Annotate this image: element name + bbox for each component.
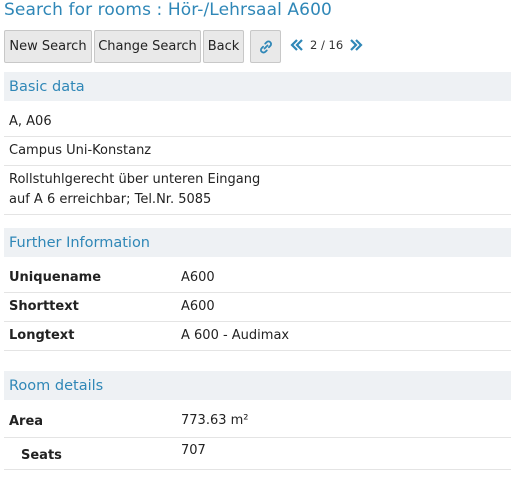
double-chevron-right-icon[interactable] [349, 39, 363, 51]
back-button[interactable]: Back [203, 30, 244, 63]
basic-data-location: A, A06 [9, 114, 52, 129]
field-label-shorttext: Shorttext [9, 299, 79, 314]
basic-data-campus: Campus Uni-Konstanz [9, 143, 152, 158]
double-chevron-left-icon[interactable] [290, 39, 304, 51]
table-row: Area 773.63 m² [4, 407, 511, 438]
table-row: Seats 707 [4, 438, 511, 470]
pager: 2 / 16 [290, 36, 363, 54]
new-search-button[interactable]: New Search [4, 30, 92, 63]
field-value-seats: 707 [181, 443, 206, 458]
basic-data-accessibility: Rollstuhlgerecht über unteren Eingang [9, 172, 261, 187]
table-row: Uniquename A600 [4, 264, 511, 293]
field-value-uniquename: A600 [181, 270, 215, 285]
basic-data-row: Rollstuhlgerecht über unteren Eingang au… [4, 166, 511, 215]
field-label-uniquename: Uniquename [9, 270, 102, 285]
permalink-button[interactable] [250, 30, 281, 63]
change-search-button[interactable]: Change Search [94, 30, 201, 63]
basic-data-row: A, A06 [4, 108, 511, 137]
field-value-area: 773.63 m² [181, 413, 249, 428]
field-label-seats: Seats [21, 448, 62, 463]
table-row: Longtext A 600 - Audimax [4, 322, 511, 351]
section-header-further-information: Further Information [4, 228, 511, 257]
basic-data-row: Campus Uni-Konstanz [4, 137, 511, 166]
field-value-shorttext: A600 [181, 299, 215, 314]
pager-position: 2 / 16 [310, 38, 344, 52]
basic-data-accessibility-cont: auf A 6 erreichbar; Tel.Nr. 5085 [9, 192, 212, 207]
page-title: Search for rooms : Hör-/Lehrsaal A600 [4, 0, 332, 20]
link-icon [258, 39, 274, 55]
section-header-basic-data: Basic data [4, 72, 511, 101]
section-header-room-details: Room details [4, 371, 511, 400]
field-value-longtext: A 600 - Audimax [181, 328, 290, 343]
field-label-area: Area [9, 414, 44, 429]
field-label-longtext: Longtext [9, 328, 75, 343]
table-row: Shorttext A600 [4, 293, 511, 322]
